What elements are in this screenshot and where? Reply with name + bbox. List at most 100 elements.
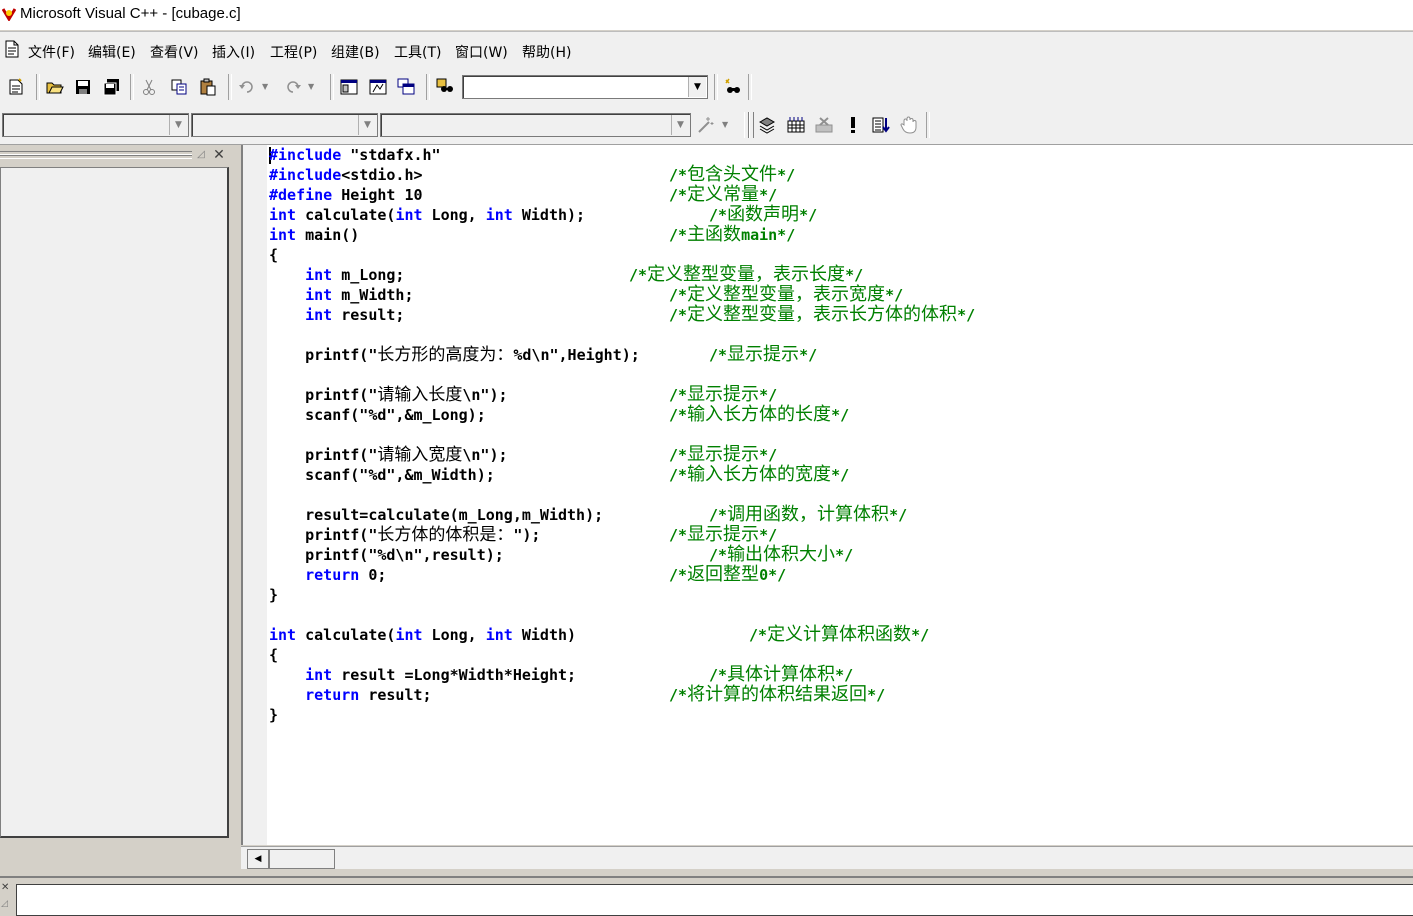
document-icon[interactable] [4,40,20,58]
code-line[interactable]: int result; [269,305,404,325]
find-in-files-icon[interactable] [434,76,456,98]
code-line[interactable]: int m_Width; [269,285,413,305]
menu-build[interactable]: 组建(B) [331,42,380,62]
code-line[interactable]: int result =Long*Width*Height; [269,665,576,685]
code-comment: /*显示提示*/ [669,524,778,545]
code-area[interactable]: #include "stdafx.h" #include<stdio.h> /*包含… [269,145,1409,845]
code-line[interactable]: return result; [269,685,431,705]
code-comment: /*显示提示*/ [709,344,818,365]
code-line[interactable]: return 0; [269,565,386,585]
undo-icon[interactable] [236,76,258,98]
class-combo-dropdown-icon[interactable]: ▼ [169,115,187,135]
menu-file[interactable]: 文件(F) [28,42,75,62]
new-text-file-icon[interactable] [5,76,27,98]
code-line[interactable]: printf("长方体的体积是："); [269,525,540,545]
find-icon[interactable] [722,76,744,98]
code-line[interactable]: scanf("%d",&m_Width); [269,465,495,485]
code-comment: /*主函数main*/ [669,224,796,245]
menu-view[interactable]: 查看(V) [150,42,199,62]
find-combo[interactable]: ▼ [462,75,708,99]
code-line[interactable]: } [269,585,278,605]
cut-icon[interactable] [138,76,160,98]
members-combo[interactable]: ▼ [380,113,691,137]
compile-icon[interactable] [756,114,778,136]
code-comment: /*返回整型0*/ [669,564,787,585]
find-combo-dropdown-icon[interactable]: ▼ [688,77,706,97]
code-line[interactable]: #include<stdio.h> [269,165,423,185]
members-combo-dropdown-icon[interactable]: ▼ [671,115,689,135]
menu-window[interactable]: 窗口(W) [455,42,508,62]
wizard-wand-icon[interactable] [694,114,716,136]
code-line[interactable]: int calculate(int Long, int Width) [269,625,576,645]
code-comment: /*函数声明*/ [709,204,818,225]
redo-dropdown-icon[interactable]: ▼ [308,82,314,91]
undo-dropdown-icon[interactable]: ▼ [262,82,268,91]
class-combo[interactable]: ▼ [2,113,189,137]
close-pane-icon[interactable]: ✕ [212,148,226,162]
code-comment: /*输出体积大小*/ [709,544,854,565]
horizontal-scrollbar[interactable]: ◀ [241,846,1413,869]
copy-icon[interactable] [168,76,190,98]
title-bar: Microsoft Visual C++ - [cubage.c] [0,0,1413,30]
code-line[interactable]: #include "stdafx.h" [269,145,441,165]
menu-project[interactable]: 工程(P) [270,42,317,62]
code-line[interactable]: int calculate(int Long, int Width); [269,205,585,225]
output-text-area[interactable] [16,884,1413,916]
menu-tools[interactable]: 工具(T) [394,42,441,62]
execute-icon[interactable] [842,114,864,136]
go-debug-icon[interactable] [870,114,892,136]
code-line[interactable]: printf("长方形的高度为：%d\n",Height); [269,345,640,365]
code-line[interactable]: scanf("%d",&m_Long); [269,405,486,425]
maximize-pane-icon[interactable]: ◿ [194,148,208,162]
code-line[interactable]: printf("请输入长度\n"); [269,385,507,405]
code-comment: /*调用函数，计算体积*/ [709,504,908,525]
scroll-thumb[interactable] [269,849,335,869]
redo-icon[interactable] [282,76,304,98]
open-folder-icon[interactable] [44,76,66,98]
close-output-icon[interactable]: ✕ [1,882,13,894]
filter-combo-dropdown-icon[interactable]: ▼ [358,115,376,135]
code-line[interactable]: } [269,705,278,725]
paste-icon[interactable] [197,76,219,98]
stop-build-icon[interactable] [813,114,835,136]
code-line[interactable]: printf("%d\n",result); [269,545,504,565]
save-icon[interactable] [72,76,94,98]
code-line[interactable]: result=calculate(m_Long,m_Width); [269,505,603,525]
window-list-icon[interactable] [395,76,417,98]
code-comment: /*输入长方体的宽度*/ [669,464,850,485]
code-comment: /*定义常量*/ [669,184,778,205]
code-editor[interactable]: #include "stdafx.h" #include<stdio.h> /*包含… [241,145,1413,845]
code-comment: /*具体计算体积*/ [709,664,854,685]
code-line[interactable]: { [269,645,278,665]
build-icon[interactable] [785,114,807,136]
save-all-icon[interactable] [100,76,122,98]
output-window-icon[interactable] [367,76,389,98]
code-comment: /*定义整型变量，表示宽度*/ [669,284,904,305]
code-comment: /*定义计算体积函数*/ [749,624,930,645]
code-comment: /*定义整型变量，表示长方体的体积*/ [669,304,976,325]
code-line[interactable]: int m_Long; [269,265,404,285]
scroll-left-icon[interactable]: ◀ [247,849,269,869]
code-comment: /*包含头文件*/ [669,164,796,185]
code-comment: /*将计算的体积结果返回*/ [669,684,886,705]
wizard-dropdown-icon[interactable]: ▼ [722,120,728,129]
breakpoint-hand-icon[interactable] [898,114,920,136]
workspace-icon[interactable] [338,76,360,98]
standard-toolbar: ▼ ▼ ▼ [0,68,1413,106]
output-pane: ✕ ◿ [0,876,1413,916]
filter-combo[interactable]: ▼ [191,113,378,137]
menu-edit[interactable]: 编辑(E) [88,42,136,62]
code-line[interactable]: { [269,245,278,265]
code-comment: /*输入长方体的长度*/ [669,404,850,425]
pane-grip-2[interactable] [0,155,192,159]
maximize-output-icon[interactable]: ◿ [1,898,13,910]
menu-insert[interactable]: 插入(I) [212,42,255,62]
window-title: Microsoft Visual C++ - [cubage.c] [20,5,241,22]
code-comment: /*定义整型变量，表示长度*/ [629,264,864,285]
menu-help[interactable]: 帮助(H) [522,42,571,62]
code-line[interactable]: #define Height 10 [269,185,423,205]
workspace-tree[interactable] [0,167,229,838]
editor-gutter[interactable] [243,145,267,845]
code-line[interactable]: int main() [269,225,359,245]
code-line[interactable]: printf("请输入宽度\n"); [269,445,507,465]
